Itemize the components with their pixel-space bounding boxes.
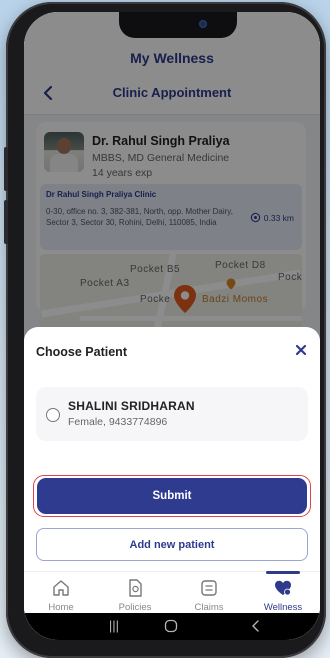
phone-screen: My Wellness Clinic Appointment Dr. Rahul… xyxy=(24,12,320,640)
patient-name: SHALINI SRIDHARAN xyxy=(68,399,195,413)
patient-option[interactable]: SHALINI SRIDHARAN Female, 9433774896 xyxy=(36,387,308,441)
home-icon xyxy=(53,580,69,596)
back-nav-icon[interactable] xyxy=(250,619,262,633)
volume-up-button xyxy=(4,147,8,191)
home-nav-icon[interactable] xyxy=(164,619,178,633)
patient-radio[interactable] xyxy=(46,408,60,422)
tab-home[interactable]: Home xyxy=(24,572,98,614)
tab-wellness[interactable]: Wellness xyxy=(246,571,320,614)
add-new-patient-button[interactable]: Add new patient xyxy=(36,528,308,561)
camera-notch xyxy=(119,12,237,38)
claims-icon xyxy=(201,580,217,596)
recent-apps-icon[interactable]: ||| xyxy=(94,616,134,636)
patient-info: Female, 9433774896 xyxy=(68,416,168,428)
choose-patient-sheet: Choose Patient SHALINI SRIDHARAN Female,… xyxy=(24,327,320,640)
tab-label: Wellness xyxy=(263,602,303,613)
system-nav-bar: ||| xyxy=(24,613,320,640)
sheet-title: Choose Patient xyxy=(36,345,127,359)
close-icon[interactable] xyxy=(294,343,308,357)
policies-icon xyxy=(129,579,142,597)
camera-icon xyxy=(199,20,207,28)
volume-down-button xyxy=(4,200,8,244)
active-tab-indicator xyxy=(266,571,300,574)
tab-policies[interactable]: Policies xyxy=(98,572,172,614)
wellness-icon xyxy=(275,580,291,596)
bottom-tab-bar: Home Policies Claims Wellness xyxy=(24,571,320,614)
tab-label: Home xyxy=(48,602,74,613)
tab-claims[interactable]: Claims xyxy=(172,572,246,614)
tab-label: Claims xyxy=(194,602,224,613)
submit-button[interactable]: Submit xyxy=(37,478,307,514)
tab-label: Policies xyxy=(118,602,152,613)
